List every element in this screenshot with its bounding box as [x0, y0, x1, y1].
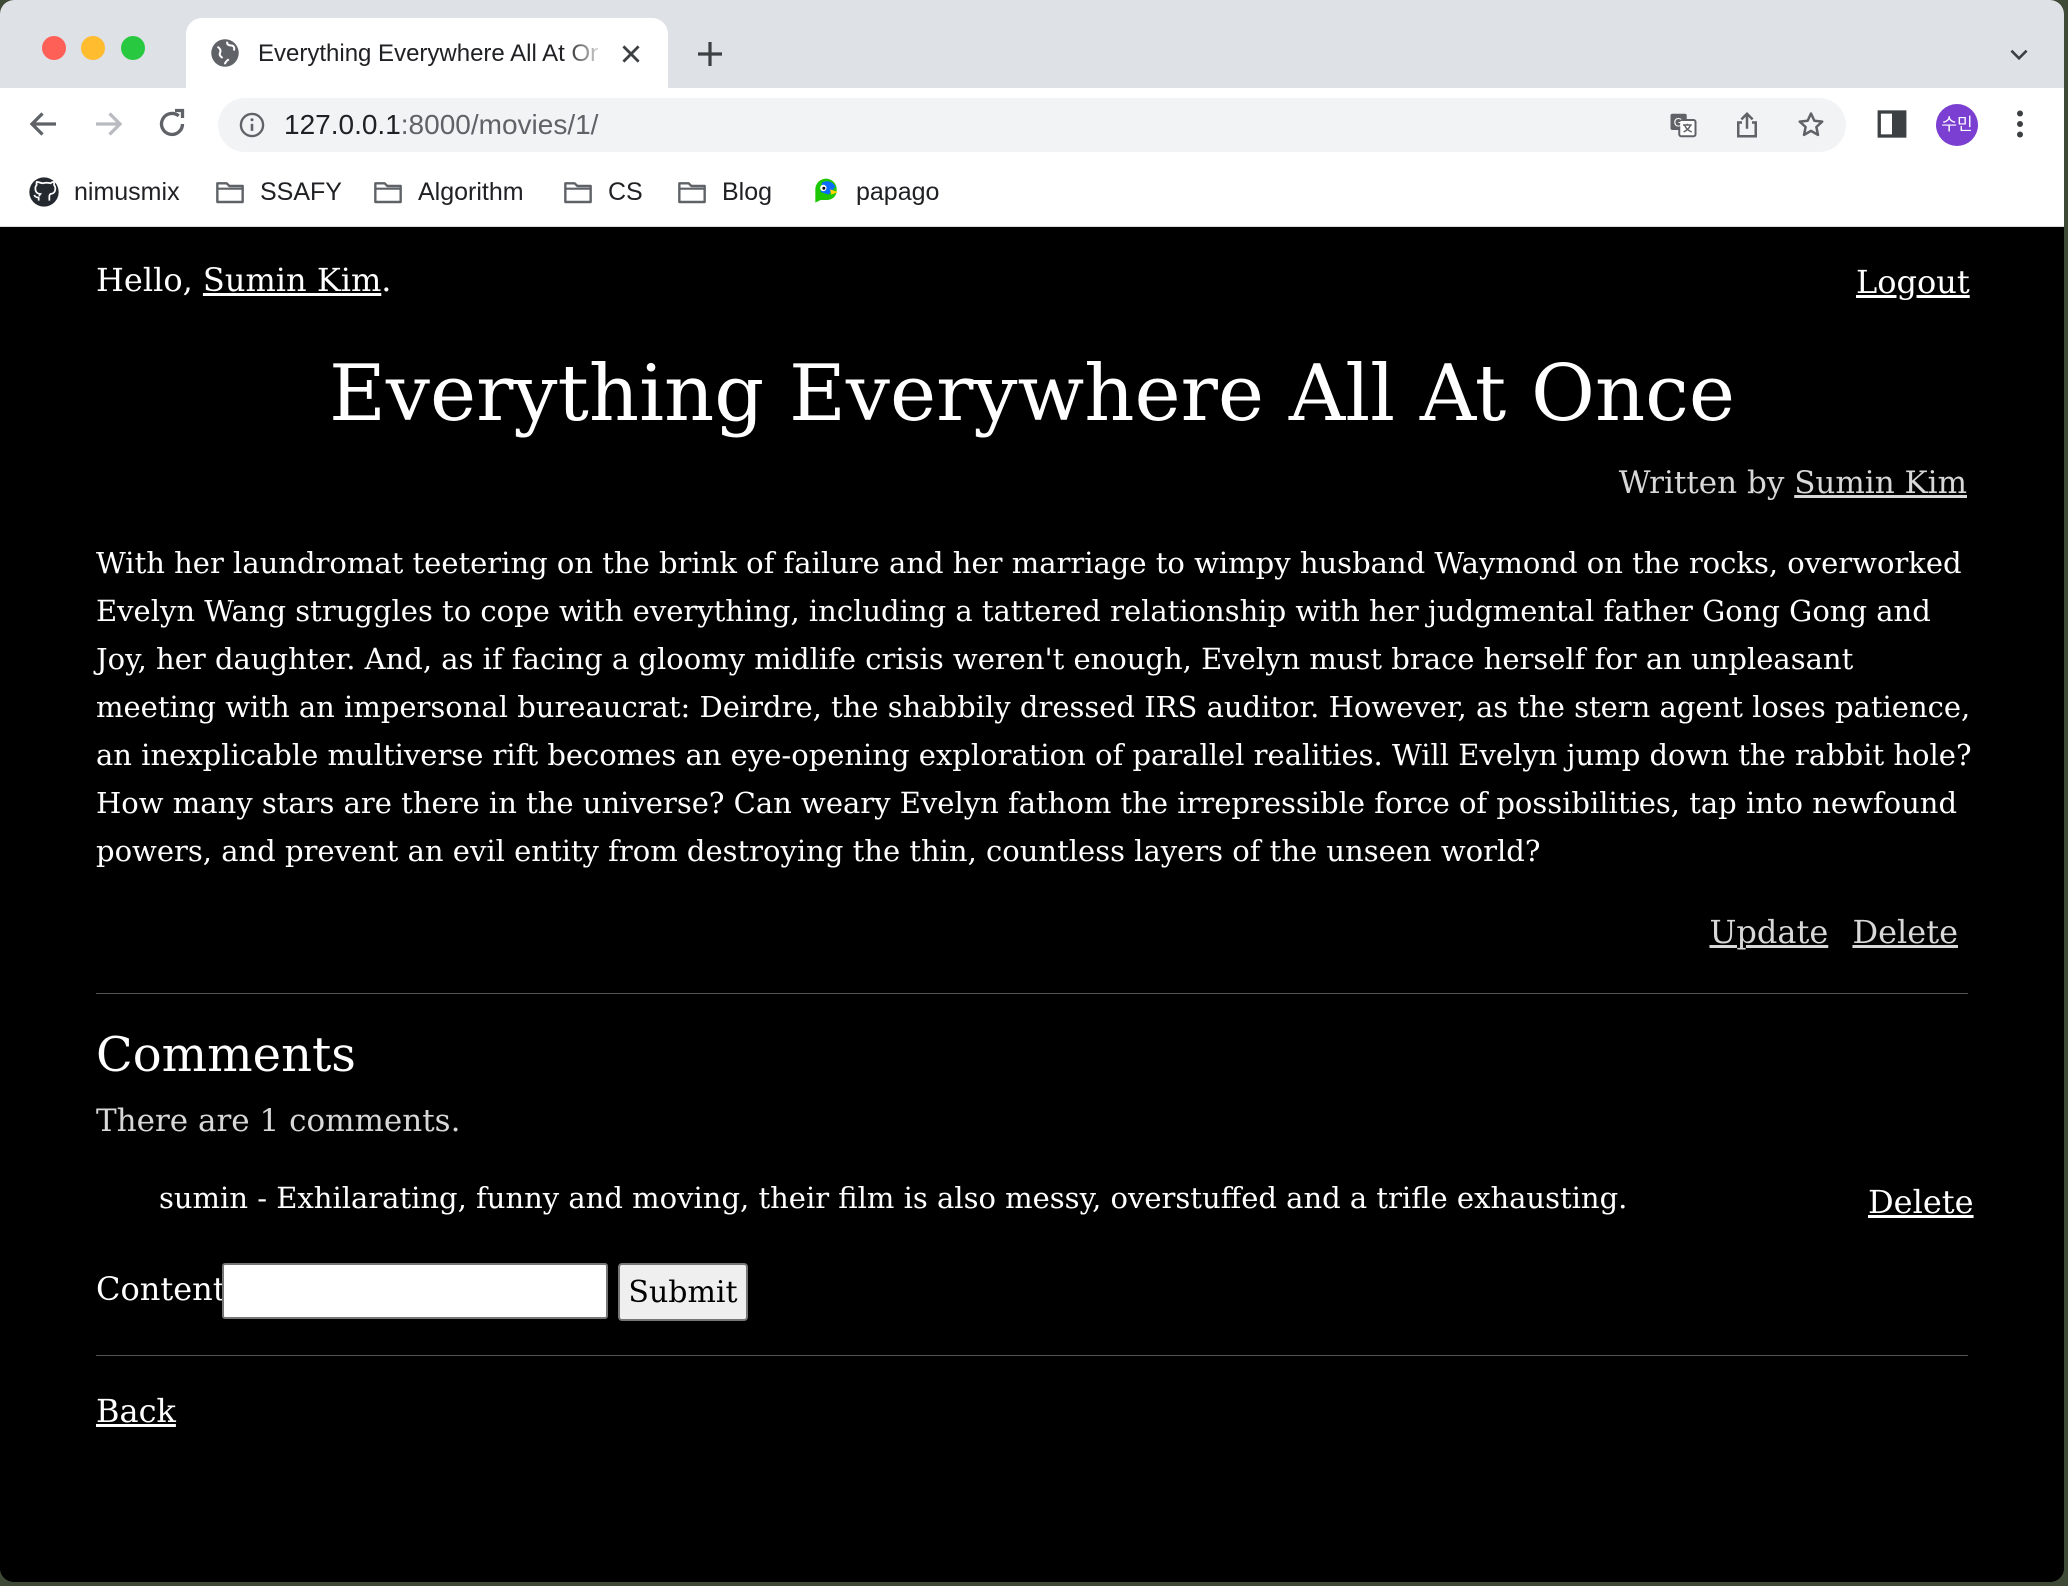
svg-text:G: G [1674, 116, 1683, 129]
movie-description: With her laundromat teetering on the bri… [96, 546, 1972, 868]
update-link[interactable]: Update [1709, 913, 1828, 951]
content-label: Content: [96, 1270, 237, 1308]
bookmark-label: SSAFY [260, 177, 342, 206]
greeting-prefix: Hello, [96, 261, 203, 299]
tab-search-chevron-icon[interactable] [2004, 42, 2034, 68]
divider [96, 993, 1968, 994]
folder-icon [216, 182, 244, 204]
kebab-menu-icon[interactable] [2002, 106, 2038, 142]
movie-title: Everything Everywhere All At Once [328, 349, 1736, 439]
comment-count: There are 1 comments. [96, 1103, 461, 1139]
bookmark-label: Algorithm [418, 177, 524, 206]
side-panel-icon[interactable] [1874, 106, 1910, 142]
written-by: Written by Sumin Kim [1400, 465, 1967, 501]
folder-icon [678, 182, 706, 204]
bookmark-papago[interactable]: papago [810, 174, 939, 210]
back-link[interactable]: Back [96, 1392, 176, 1430]
bookmarks-bar: nimusmix SSAFY Algorithm CS Blog papago [0, 160, 2064, 227]
folder-icon [374, 182, 402, 204]
url-host: 127.0.0.1 [284, 109, 401, 140]
tab-title: Everything Everywhere All At Once [258, 40, 598, 67]
bookmark-nimusmix[interactable]: nimusmix [28, 174, 180, 210]
bookmark-algorithm[interactable]: Algorithm [372, 174, 524, 210]
browser-window: Everything Everywhere All At Once 127.0.… [0, 0, 2064, 1582]
submit-button[interactable]: Submit [618, 1263, 748, 1321]
movie-actions: Update Delete [1658, 913, 1958, 951]
folder-icon [564, 182, 592, 204]
comments-heading: Comments [96, 1027, 356, 1083]
new-tab-icon[interactable] [694, 38, 726, 70]
user-profile-link[interactable]: Sumin Kim [203, 261, 381, 299]
tab-bar: Everything Everywhere All At Once [0, 0, 2064, 88]
bookmark-ssafy[interactable]: SSAFY [214, 174, 342, 210]
close-window-button[interactable] [42, 36, 66, 60]
tab-title-fade [566, 34, 606, 74]
bookmark-label: nimusmix [74, 177, 180, 206]
divider [96, 1355, 1968, 1356]
bookmark-label: Blog [722, 177, 773, 206]
delete-movie-link[interactable]: Delete [1852, 913, 1958, 951]
bookmark-cs[interactable]: CS [562, 174, 643, 210]
written-by-label: Written by [1618, 465, 1795, 501]
toolbar: 127.0.0.1:8000/movies/1/ G 수민 [0, 88, 2064, 160]
close-tab-icon[interactable] [618, 41, 644, 67]
translate-icon[interactable]: G [1668, 110, 1698, 140]
url-path: :8000/movies/1/ [400, 109, 599, 140]
forward-arrow-icon[interactable] [90, 106, 126, 142]
profile-avatar[interactable]: 수민 [1936, 104, 1978, 146]
site-info-icon[interactable] [238, 111, 266, 139]
minimize-window-button[interactable] [81, 36, 105, 60]
bookmark-label: papago [856, 177, 940, 206]
comment-content-input[interactable] [222, 1263, 608, 1319]
comment-text: sumin - Exhilarating, funny and moving, … [159, 1181, 1628, 1215]
bookmark-star-icon[interactable] [1796, 110, 1826, 140]
author-link[interactable]: Sumin Kim [1794, 465, 1967, 501]
page-content: Hello, Sumin Kim. Logout Everything Ever… [0, 227, 2064, 1582]
greeting-suffix: . [381, 261, 392, 299]
delete-comment-link[interactable]: Delete [1868, 1183, 1974, 1221]
bookmark-label: CS [608, 177, 643, 206]
url-text: 127.0.0.1:8000/movies/1/ [284, 109, 598, 141]
github-icon [29, 177, 59, 207]
reload-icon[interactable] [154, 106, 190, 142]
papago-icon [815, 178, 838, 203]
greeting: Hello, Sumin Kim. [96, 261, 391, 299]
tab-active[interactable]: Everything Everywhere All At Once [186, 18, 668, 88]
address-bar[interactable]: 127.0.0.1:8000/movies/1/ G [218, 98, 1846, 152]
share-icon[interactable] [1732, 110, 1762, 140]
back-arrow-icon[interactable] [26, 106, 62, 142]
logout-link[interactable]: Logout [1856, 263, 1970, 301]
bookmark-blog[interactable]: Blog [676, 174, 772, 210]
globe-icon [211, 39, 239, 67]
maximize-window-button[interactable] [121, 36, 145, 60]
